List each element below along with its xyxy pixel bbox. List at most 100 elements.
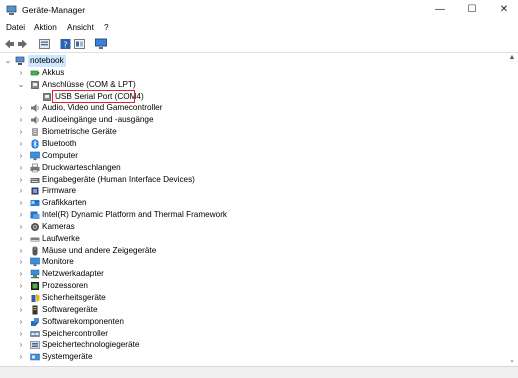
port-icon <box>43 92 51 101</box>
chevron-right-icon[interactable]: › <box>17 339 25 351</box>
chevron-down-icon[interactable]: ⌄ <box>4 55 12 67</box>
fingerprint-icon <box>32 128 38 137</box>
battery-icon <box>30 70 40 76</box>
chip-icon <box>31 187 39 195</box>
tree-item-label: Prozessoren <box>42 281 88 291</box>
tree-item-label: Kameras <box>42 221 75 231</box>
chevron-right-icon[interactable]: › <box>17 351 25 363</box>
tree-item[interactable]: › Speichercontroller <box>0 328 506 340</box>
tree-item[interactable]: › Kameras <box>0 221 506 233</box>
computer-icon <box>15 56 25 65</box>
tree-item-label: Mäuse und andere Zeigegeräte <box>42 245 157 255</box>
chevron-right-icon[interactable]: › <box>17 174 25 186</box>
software-device-icon <box>32 305 38 315</box>
chevron-right-icon[interactable]: › <box>17 162 25 174</box>
tree-item[interactable]: › Softwarekomponenten <box>0 316 506 328</box>
tree-item[interactable]: › Computer <box>0 150 506 162</box>
chevron-right-icon[interactable]: › <box>17 268 25 280</box>
tree-item[interactable]: › Audioeingänge und -ausgänge <box>0 114 506 126</box>
tree-item-label: Speichertechnologiegeräte <box>42 340 140 350</box>
chevron-right-icon[interactable]: › <box>17 102 25 114</box>
details-icon[interactable] <box>74 38 85 50</box>
tree-item[interactable]: › Laufwerke <box>0 233 506 245</box>
cpu-icon <box>31 282 39 291</box>
chevron-right-icon[interactable]: › <box>17 256 25 268</box>
maximize-button[interactable]: ☐ <box>456 0 488 22</box>
tree-item[interactable]: › Eingabegeräte (Human Interface Devices) <box>0 174 506 186</box>
device-tree[interactable]: ⌄ notebook › Akkus ⌄ Anschlüsse (COM & LPT)… <box>0 54 506 366</box>
vertical-scrollbar[interactable]: ▲ ⌄ <box>506 54 518 366</box>
tree-item[interactable]: › Speichertechnologiegeräte <box>0 339 506 351</box>
tree-item-label: Softwarekomponenten <box>42 316 124 326</box>
tree-item-child[interactable]: USB Serial Port (COM4) <box>0 89 506 103</box>
tree-item[interactable]: › Netzwerkadapter <box>0 268 506 280</box>
tree-item-label: Systemgeräte <box>42 352 93 362</box>
back-arrow-icon[interactable] <box>4 38 15 50</box>
chevron-down-icon[interactable]: ⌄ <box>17 79 25 91</box>
close-button[interactable]: ✕ <box>488 0 518 22</box>
tree-item-label: Intel(R) Dynamic Platform and Thermal Fr… <box>42 210 228 219</box>
tree-item[interactable]: › Monitore <box>0 256 506 268</box>
tree-item-label: Grafikkarten <box>42 198 87 208</box>
tree-root[interactable]: ⌄ notebook <box>0 55 506 67</box>
camera-icon <box>31 222 39 231</box>
chevron-right-icon[interactable]: › <box>17 67 25 79</box>
selection-highlight <box>52 89 135 103</box>
scroll-up-icon[interactable]: ▲ <box>506 54 518 64</box>
chevron-right-icon[interactable]: › <box>17 114 25 126</box>
chevron-right-icon[interactable]: › <box>17 126 25 138</box>
tree-item[interactable]: › Sicherheitsgeräte <box>0 292 506 304</box>
puzzle-icon <box>31 317 39 326</box>
chevron-right-icon[interactable]: › <box>17 280 25 292</box>
forward-arrow-icon[interactable] <box>17 38 28 50</box>
chevron-right-icon[interactable]: › <box>17 304 25 316</box>
chevron-right-icon[interactable]: › <box>17 233 25 245</box>
help-icon[interactable]: ? <box>60 38 71 50</box>
tree-item[interactable]: › Druckwarteschlangen <box>0 162 506 174</box>
tree-item[interactable]: › Intel(R) Dynamic Platform and Thermal F… <box>0 209 506 221</box>
chevron-right-icon[interactable]: › <box>17 138 25 150</box>
chevron-right-icon[interactable]: › <box>17 245 25 257</box>
tree-item[interactable]: › Grafikkarten <box>0 197 506 209</box>
folder-icon <box>30 211 40 219</box>
monitor-icon <box>30 258 40 267</box>
mouse-icon <box>32 246 38 256</box>
chevron-right-icon[interactable]: › <box>17 197 25 209</box>
tree-item[interactable]: › Mäuse und andere Zeigegeräte <box>0 245 506 257</box>
menu-help[interactable]: ? <box>104 23 109 32</box>
tree-item[interactable]: › Akkus <box>0 67 506 79</box>
svg-text:?: ? <box>63 41 67 50</box>
tree-item[interactable]: › Systemgeräte <box>0 351 506 363</box>
chevron-right-icon[interactable]: › <box>17 209 25 221</box>
menu-aktion[interactable]: Aktion <box>34 23 57 32</box>
chevron-right-icon[interactable]: › <box>17 316 25 328</box>
window-title: Geräte-Manager <box>22 5 86 15</box>
tree-item[interactable]: › Softwaregeräte <box>0 304 506 316</box>
menu-ansicht[interactable]: Ansicht <box>67 23 94 32</box>
tree-item[interactable]: › Biometrische Geräte <box>0 126 506 138</box>
tree-item-label: Audioeingänge und -ausgänge <box>42 115 154 125</box>
tree-item[interactable]: › Prozessoren <box>0 280 506 292</box>
menu-datei[interactable]: Datei <box>6 23 25 32</box>
minimize-button[interactable]: — <box>424 0 456 22</box>
tree-item-label: Druckwarteschlangen <box>42 162 121 172</box>
system-icon <box>30 354 40 361</box>
properties-icon[interactable] <box>39 38 50 50</box>
tree-item-label: Firmware <box>42 186 77 196</box>
scroll-down-icon[interactable]: ⌄ <box>506 356 518 366</box>
speaker-icon <box>31 104 39 113</box>
tree-item-label: Biometrische Geräte <box>42 127 117 137</box>
chevron-right-icon[interactable]: › <box>17 185 25 197</box>
chevron-right-icon[interactable]: › <box>17 292 25 304</box>
chevron-right-icon[interactable]: › <box>17 221 25 233</box>
tree-item-label: Softwaregeräte <box>42 304 98 314</box>
tree-item[interactable]: › Audio, Video und Gamecontroller <box>0 102 506 114</box>
scan-hardware-icon[interactable] <box>95 38 107 50</box>
title-bar: Geräte-Manager — ☐ ✕ <box>0 0 518 22</box>
chevron-right-icon[interactable]: › <box>17 328 25 340</box>
chevron-right-icon[interactable]: › <box>17 150 25 162</box>
tree-item[interactable]: › Firmware <box>0 185 506 197</box>
display-adapter-icon <box>30 200 40 207</box>
tree-item-label: Speichercontroller <box>42 328 108 338</box>
tree-item[interactable]: › Bluetooth <box>0 138 506 150</box>
